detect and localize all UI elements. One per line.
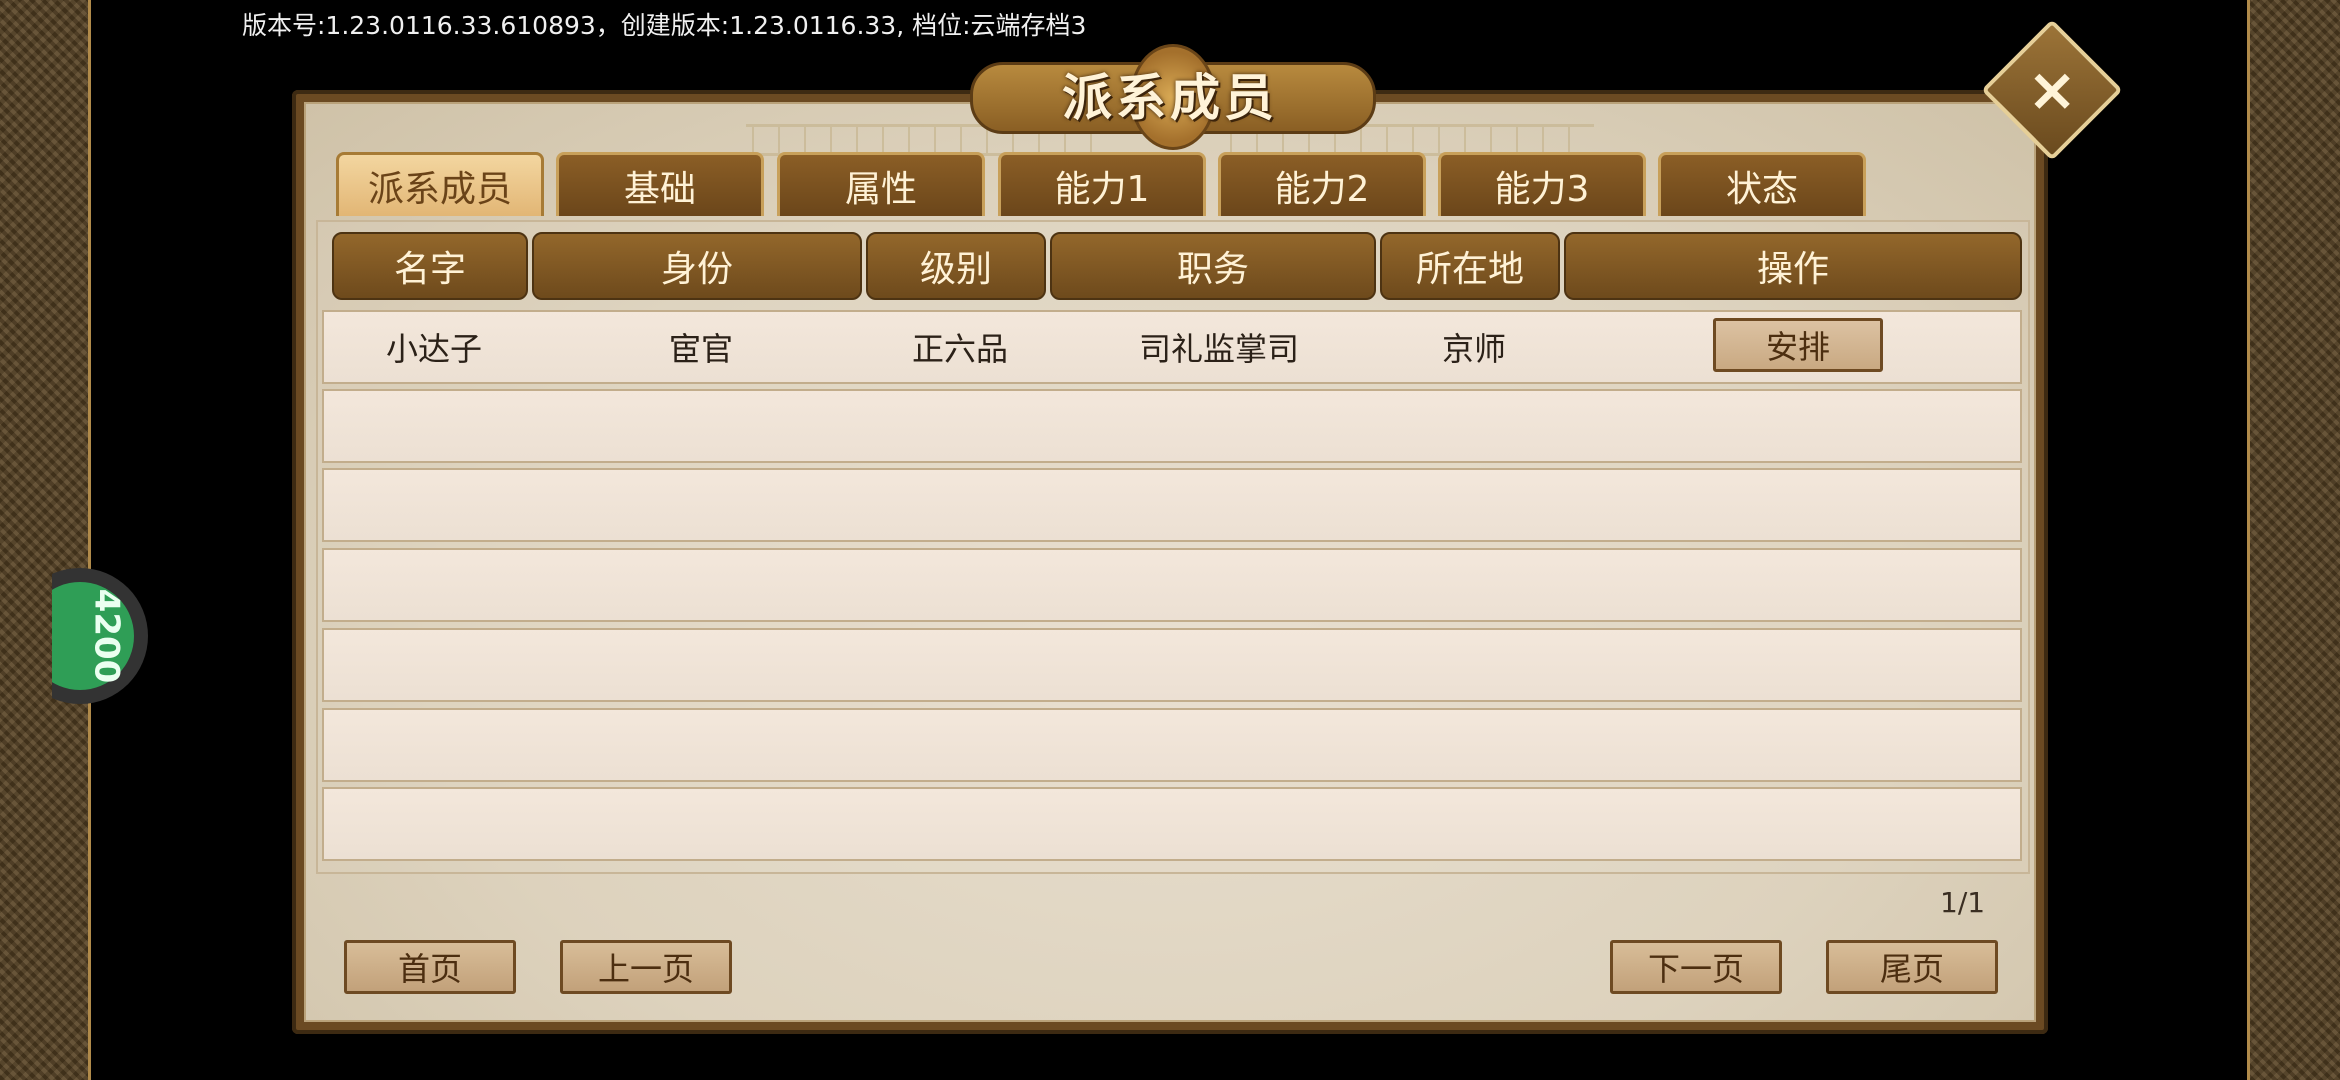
table-row-empty (322, 548, 2022, 622)
tab-ability-3[interactable]: 能力3 (1438, 152, 1646, 216)
table-header: 名字 身份 级别 职务 所在地 操作 (332, 232, 2022, 300)
page-indicator: 1/1 (1940, 886, 1986, 919)
next-page-button[interactable]: 下一页 (1610, 940, 1782, 994)
version-info: 版本号:1.23.0116.33.610893，创建版本:1.23.0116.3… (242, 11, 1087, 40)
table-row-empty (322, 787, 2022, 861)
column-header-post: 职务 (1050, 232, 1376, 300)
table-row-empty (322, 389, 2022, 463)
table-row-empty (322, 708, 2022, 782)
tab-attributes[interactable]: 属性 (777, 152, 985, 216)
column-header-location: 所在地 (1380, 232, 1560, 300)
floating-assistant-ball[interactable]: 4200 (52, 568, 150, 706)
members-table: 名字 身份 级别 职务 所在地 操作 小达子 宦官 正六品 司礼监掌司 京师 安… (316, 220, 2030, 874)
cell-name: 小达子 (385, 330, 482, 368)
column-header-identity: 身份 (532, 232, 862, 300)
column-header-name: 名字 (332, 232, 528, 300)
tab-ability-1[interactable]: 能力1 (998, 152, 1206, 216)
tab-basic[interactable]: 基础 (556, 152, 764, 216)
table-row-empty (322, 468, 2022, 542)
column-header-action: 操作 (1564, 232, 2022, 300)
right-border-panel (2247, 0, 2340, 1080)
float-ball-number: 4200 (85, 588, 126, 684)
left-border-panel (0, 0, 91, 1080)
close-x-icon: × (2026, 55, 2078, 125)
tab-status[interactable]: 状态 (1658, 152, 1866, 216)
prev-page-button[interactable]: 上一页 (560, 940, 732, 994)
cell-rank: 正六品 (911, 330, 1008, 368)
arrange-button[interactable]: 安排 (1713, 318, 1883, 372)
table-row-empty (322, 628, 2022, 702)
dialog-title: 派系成员 (1062, 69, 1278, 127)
cell-identity: 宦官 (668, 330, 733, 368)
tab-ability-2[interactable]: 能力2 (1218, 152, 1426, 216)
dialog-title-plaque: 派系成员 (970, 44, 1376, 150)
cell-post: 司礼监掌司 (1138, 330, 1299, 368)
tab-faction-members[interactable]: 派系成员 (336, 152, 544, 216)
first-page-button[interactable]: 首页 (344, 940, 516, 994)
last-page-button[interactable]: 尾页 (1826, 940, 1998, 994)
cell-location: 京师 (1441, 330, 1506, 368)
table-row: 小达子 宦官 正六品 司礼监掌司 京师 安排 (322, 310, 2022, 384)
column-header-rank: 级别 (866, 232, 1046, 300)
